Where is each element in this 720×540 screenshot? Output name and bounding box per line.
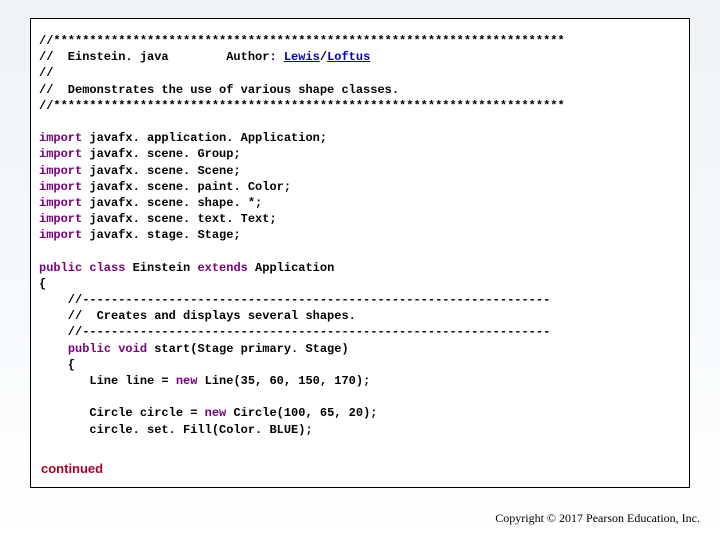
keyword-new: new (176, 374, 198, 388)
circle-indent: Circle circle = (39, 406, 205, 420)
class-rest: Application (248, 261, 334, 275)
class-decl: public class Einstein extends Applicatio… (39, 260, 681, 276)
keyword-import: import (39, 131, 82, 145)
spacer (39, 389, 681, 405)
method-comment: // Creates and displays several shapes. (39, 308, 681, 324)
method-dashes-bot: //--------------------------------------… (39, 324, 681, 340)
header-file-line: // Einstein. java Author: Lewis/Loftus (39, 49, 681, 65)
circle-rest: Circle(100, 65, 20); (226, 406, 377, 420)
import-rest: javafx. scene. Scene; (82, 164, 240, 178)
keyword-extends: extends (197, 261, 247, 275)
method-dashes-top: //--------------------------------------… (39, 292, 681, 308)
keyword-public-void: public void (68, 342, 147, 356)
import-line: import javafx. stage. Stage; (39, 227, 681, 243)
line-rest: Line(35, 60, 150, 170); (197, 374, 370, 388)
line-decl: Line line = new Line(35, 60, 150, 170); (39, 373, 681, 389)
method-sig: public void start(Stage primary. Stage) (39, 341, 681, 357)
continued-label: continued (41, 460, 681, 478)
class-name: Einstein (125, 261, 197, 275)
author-slash: / (320, 50, 327, 64)
import-rest: javafx. stage. Stage; (82, 228, 240, 242)
brace-open: { (39, 276, 681, 292)
circle-decl: Circle circle = new Circle(100, 65, 20); (39, 405, 681, 421)
method-indent (39, 342, 68, 356)
method-rest: start(Stage primary. Stage) (147, 342, 349, 356)
keyword-new: new (205, 406, 227, 420)
keyword-import: import (39, 147, 82, 161)
import-line: import javafx. scene. paint. Color; (39, 179, 681, 195)
keyword-public-class: public class (39, 261, 125, 275)
import-rest: javafx. scene. text. Text; (82, 212, 276, 226)
import-line: import javafx. scene. text. Text; (39, 211, 681, 227)
author-link-1[interactable]: Lewis (284, 50, 320, 64)
author-link-2[interactable]: Loftus (327, 50, 370, 64)
spacer (39, 114, 681, 130)
keyword-import: import (39, 196, 82, 210)
line-indent: Line line = (39, 374, 176, 388)
copyright-text: Copyright © 2017 Pearson Education, Inc. (495, 511, 700, 526)
keyword-import: import (39, 180, 82, 194)
keyword-import: import (39, 212, 82, 226)
header-blank: // (39, 65, 681, 81)
import-rest: javafx. application. Application; (82, 131, 327, 145)
header-stars-top: //**************************************… (39, 33, 681, 49)
code-listing: //**************************************… (30, 18, 690, 488)
header-desc: // Demonstrates the use of various shape… (39, 82, 681, 98)
header-stars-bot: //**************************************… (39, 98, 681, 114)
file-prefix: // Einstein. java Author: (39, 50, 284, 64)
keyword-import: import (39, 164, 82, 178)
import-line: import javafx. application. Application; (39, 130, 681, 146)
import-line: import javafx. scene. shape. *; (39, 195, 681, 211)
spacer (39, 243, 681, 259)
import-rest: javafx. scene. shape. *; (82, 196, 262, 210)
method-brace: { (39, 357, 681, 373)
import-line: import javafx. scene. Scene; (39, 163, 681, 179)
import-line: import javafx. scene. Group; (39, 146, 681, 162)
import-rest: javafx. scene. paint. Color; (82, 180, 291, 194)
keyword-import: import (39, 228, 82, 242)
import-rest: javafx. scene. Group; (82, 147, 240, 161)
circle-fill: circle. set. Fill(Color. BLUE); (39, 422, 681, 438)
